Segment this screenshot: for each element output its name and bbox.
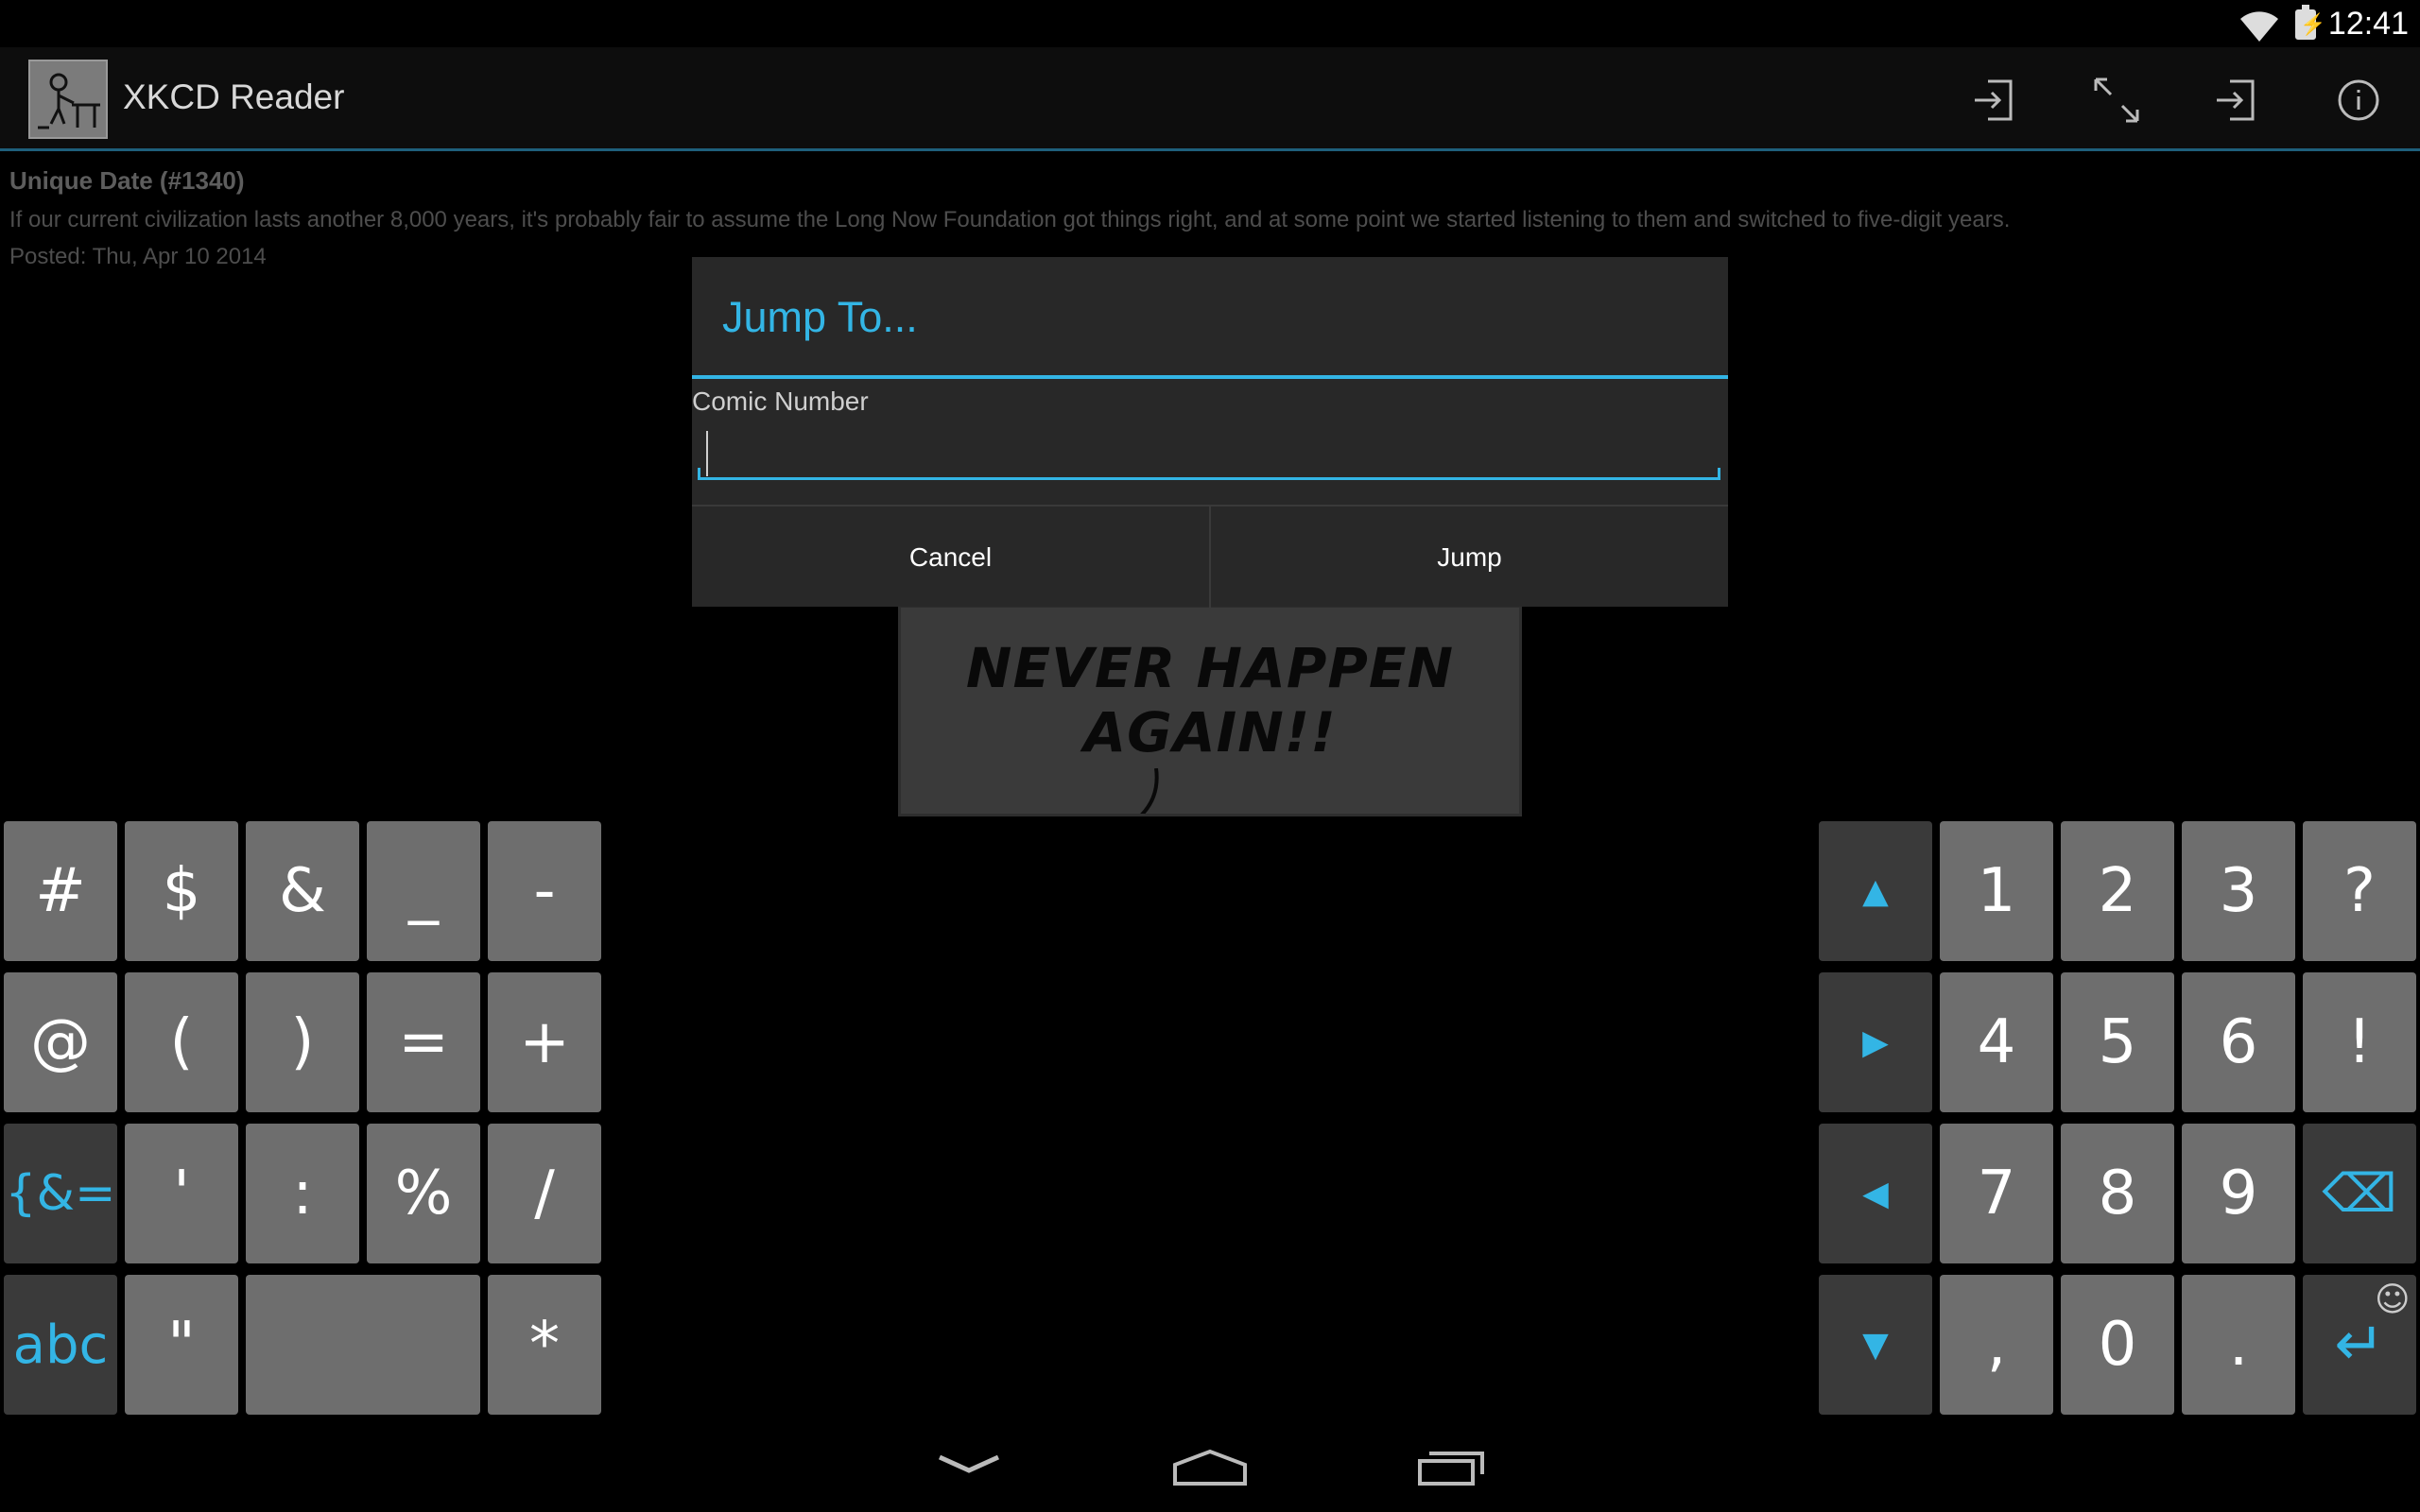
key-close-paren[interactable]: ) — [246, 972, 359, 1112]
key-abc[interactable]: abc — [4, 1275, 117, 1415]
emoji-icon: ☺ — [2375, 1280, 2411, 1319]
dialog-title: Jump To... — [722, 293, 918, 341]
battery-icon: ⚡ — [2295, 5, 2325, 40]
key-more-symbols[interactable]: {&= — [4, 1124, 117, 1263]
key-0[interactable]: 0 — [2061, 1275, 2174, 1415]
key-underscore[interactable]: _ — [367, 821, 480, 961]
wifi-icon — [2240, 11, 2278, 42]
key-cursor-down[interactable]: ▼ — [1819, 1275, 1932, 1415]
key-asterisk[interactable]: * — [488, 1275, 601, 1415]
key-8[interactable]: 8 — [2061, 1124, 2174, 1263]
info-icon — [2338, 79, 2379, 121]
action-bar: XKCD Reader — [0, 47, 2420, 151]
key-open-paren[interactable]: ( — [125, 972, 238, 1112]
last-comic-button[interactable] — [2211, 74, 2264, 127]
info-button[interactable] — [2332, 74, 2385, 127]
key-exclamation[interactable]: ! — [2303, 972, 2416, 1112]
key-backspace[interactable]: ⌫ — [2303, 1124, 2416, 1263]
key-percent[interactable]: % — [367, 1124, 480, 1263]
key-ampersand[interactable]: & — [246, 821, 359, 961]
key-cursor-right[interactable]: ▶ — [1819, 972, 1932, 1112]
last-comic-icon — [2217, 79, 2255, 121]
home-icon[interactable] — [1167, 1436, 1253, 1493]
jump-to-dialog: Jump To... Comic Number Cancel Jump — [692, 257, 1728, 609]
key-dollar[interactable]: $ — [125, 821, 238, 961]
fullscreen-icon — [2094, 77, 2139, 123]
cancel-button[interactable]: Cancel — [692, 507, 1209, 609]
status-time: 12:41 — [2327, 6, 2409, 42]
first-comic-button[interactable] — [1969, 74, 2022, 127]
jump-button[interactable]: Jump — [1211, 507, 1728, 609]
key-3[interactable]: 3 — [2182, 821, 2295, 961]
dialog-title-divider — [692, 375, 1728, 379]
key-4[interactable]: 4 — [1940, 972, 2053, 1112]
comic-number-label: Comic Number — [692, 387, 869, 416]
key-9[interactable]: 9 — [2182, 1124, 2295, 1263]
key-space[interactable] — [246, 1275, 480, 1415]
soft-keyboard: # $ & _ - @ ( ) = + {&= ' : % / abc " * … — [0, 817, 2420, 1418]
key-comma[interactable]: , — [1940, 1275, 2053, 1415]
key-6[interactable]: 6 — [2182, 972, 2295, 1112]
back-icon[interactable] — [926, 1436, 1011, 1493]
key-hash[interactable]: # — [4, 821, 117, 961]
app-title: XKCD Reader — [123, 77, 345, 116]
key-2[interactable]: 2 — [2061, 821, 2174, 961]
recent-apps-icon[interactable] — [1409, 1436, 1494, 1493]
key-cursor-up[interactable]: ▲ — [1819, 821, 1932, 961]
status-bar: ⚡ 12:41 — [0, 0, 2420, 47]
key-question[interactable]: ? — [2303, 821, 2416, 961]
key-at[interactable]: @ — [4, 972, 117, 1112]
key-hyphen[interactable]: - — [488, 821, 601, 961]
navigation-bar — [0, 1418, 2420, 1512]
app-icon[interactable] — [28, 60, 108, 139]
key-1[interactable]: 1 — [1940, 821, 2053, 961]
key-colon[interactable]: : — [246, 1124, 359, 1263]
key-period[interactable]: . — [2182, 1275, 2295, 1415]
key-5[interactable]: 5 — [2061, 972, 2174, 1112]
key-double-quote[interactable]: " — [125, 1275, 238, 1415]
dialog-button-bar: Cancel Jump — [692, 505, 1728, 609]
text-cursor — [706, 431, 708, 476]
key-slash[interactable]: / — [488, 1124, 601, 1263]
first-comic-icon — [1975, 79, 2013, 121]
fullscreen-button[interactable] — [2090, 74, 2143, 127]
key-7[interactable]: 7 — [1940, 1124, 2053, 1263]
key-plus[interactable]: + — [488, 972, 601, 1112]
key-cursor-left[interactable]: ◀ — [1819, 1124, 1932, 1263]
comic-number-input[interactable] — [698, 423, 1720, 480]
battery-charging-glyph: ⚡ — [2300, 12, 2326, 36]
key-equals[interactable]: = — [367, 972, 480, 1112]
key-apostrophe[interactable]: ' — [125, 1124, 238, 1263]
